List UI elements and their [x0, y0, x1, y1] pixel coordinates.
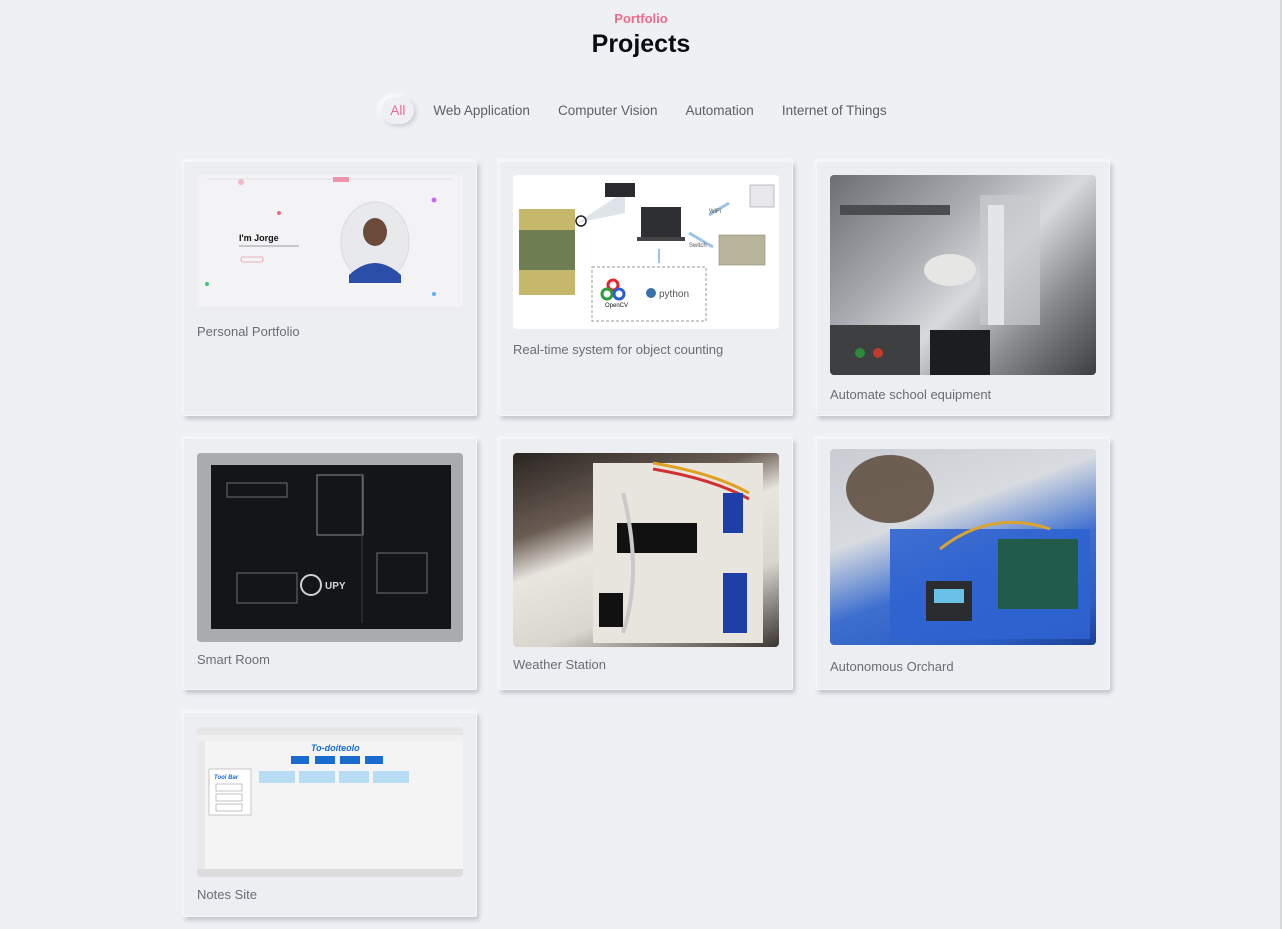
opencv-logo-text: OpenCV: [605, 303, 628, 309]
todo-app-graphic: To-doiteolo Tool Bar: [197, 727, 463, 877]
todo-app-title: To-doiteolo: [311, 743, 360, 753]
breadboard-graphic: [593, 461, 763, 643]
iot-board-photo[interactable]: [830, 449, 1096, 645]
wifi-label: WiFi: [709, 209, 721, 215]
project-title[interactable]: Weather Station: [513, 657, 606, 672]
object-counting-diagram-image[interactable]: WiFi Switch OpenCV python: [513, 175, 779, 329]
section-eyebrow: Portfolio: [614, 11, 668, 26]
project-card-object-counting[interactable]: WiFi Switch OpenCV python Real-time syst…: [499, 161, 793, 416]
project-card-notes-site[interactable]: To-doiteolo Tool Bar Notes Site: [183, 712, 477, 917]
toolbar-title: Tool Bar: [214, 775, 239, 781]
breadboard-photo[interactable]: [513, 453, 779, 647]
filter-web-application[interactable]: Web Application: [419, 97, 544, 124]
industrial-automation-graphic: [830, 195, 1040, 375]
pcb-photo[interactable]: UPY: [197, 453, 463, 642]
project-title[interactable]: Personal Portfolio: [197, 324, 300, 339]
projects-page: Portfolio Projects All Web Application C…: [0, 0, 1282, 929]
industrial-automation-photo[interactable]: [830, 175, 1096, 375]
object-counting-diagram-graphic: WiFi Switch OpenCV python: [513, 175, 779, 329]
project-title[interactable]: Autonomous Orchard: [830, 659, 954, 674]
filter-computer-vision[interactable]: Computer Vision: [544, 97, 672, 124]
filter-automation[interactable]: Automation: [672, 97, 768, 124]
project-filters: All Web Application Computer Vision Auto…: [0, 97, 1282, 124]
project-card-autonomous-orchard[interactable]: Autonomous Orchard: [816, 438, 1110, 690]
pcb-graphic: UPY: [197, 453, 463, 642]
project-card-automate-school-equipment[interactable]: Automate school equipment: [816, 161, 1110, 416]
project-card-personal-portfolio[interactable]: I'm Jorge Personal Portfolio: [183, 161, 477, 416]
project-title[interactable]: Smart Room: [197, 652, 270, 667]
section-title: Projects: [591, 30, 691, 58]
switch-label: Switch: [689, 243, 707, 249]
portfolio-screenshot-image[interactable]: I'm Jorge: [197, 175, 463, 307]
hero-name-text: I'm Jorge: [239, 233, 279, 243]
project-title[interactable]: Real-time system for object counting: [513, 342, 723, 357]
upy-board-text: UPY: [325, 581, 346, 592]
project-title[interactable]: Automate school equipment: [830, 387, 991, 402]
project-card-smart-room[interactable]: UPY Smart Room: [183, 438, 477, 690]
portfolio-screenshot-graphic: I'm Jorge: [197, 175, 463, 307]
filter-internet-of-things[interactable]: Internet of Things: [768, 97, 901, 124]
todo-app-screenshot[interactable]: To-doiteolo Tool Bar: [197, 727, 463, 877]
project-title[interactable]: Notes Site: [197, 887, 257, 902]
filter-all[interactable]: All: [381, 97, 414, 124]
iot-board-graphic: [846, 455, 1090, 639]
python-logo-text: python: [659, 289, 689, 300]
project-card-weather-station[interactable]: Weather Station: [499, 438, 793, 690]
